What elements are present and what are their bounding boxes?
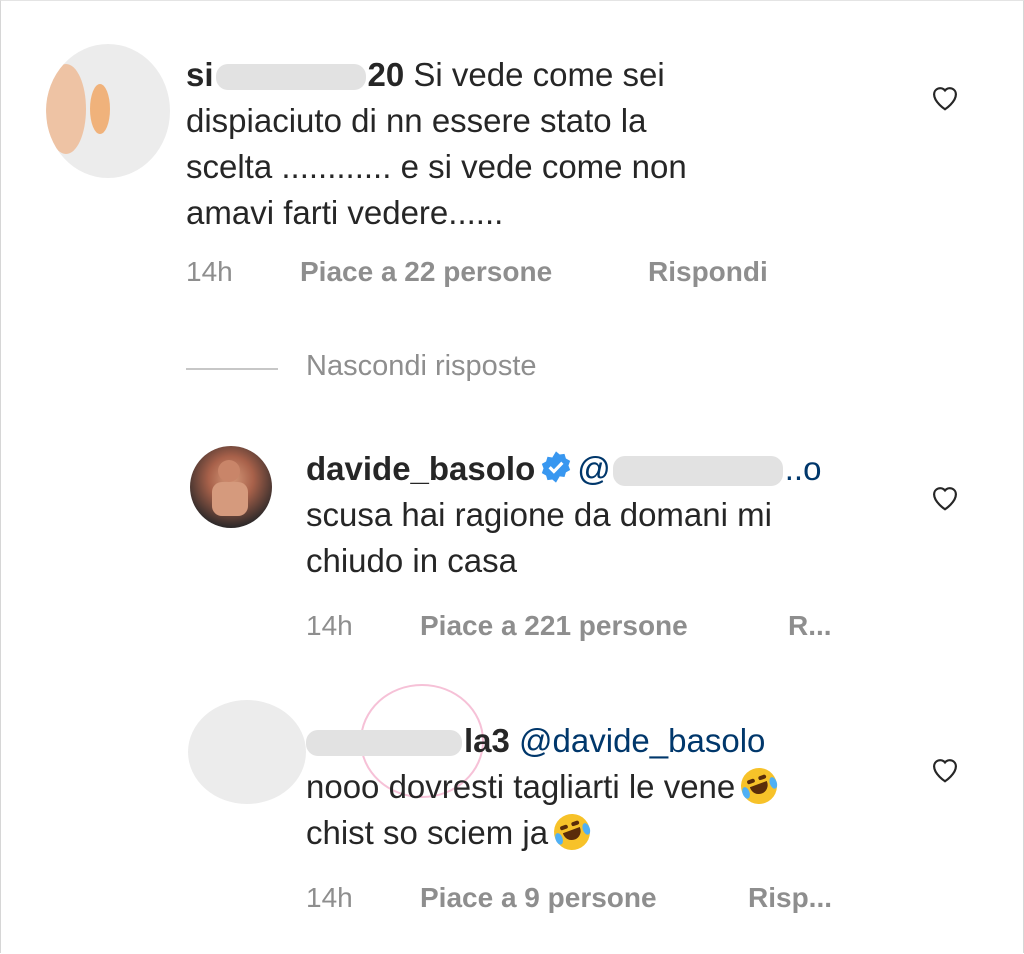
comment-text-line: scelta ............ e si vede come non (186, 148, 687, 185)
reply-button[interactable]: R... (788, 610, 832, 642)
comment-text-line: chiudo in casa (306, 542, 517, 579)
verified-badge-icon (542, 451, 571, 483)
reply-button[interactable]: Rispondi (648, 256, 768, 288)
comment-username-tail[interactable]: 20 (368, 56, 405, 93)
comment-text-line: amavi farti vedere...... (186, 194, 504, 231)
redacted-username (215, 64, 366, 91)
divider-line (186, 368, 278, 370)
comment-username[interactable]: si (186, 56, 214, 93)
comment-likes[interactable]: Piace a 22 persone (300, 256, 552, 288)
avatar-davide-basolo[interactable] (190, 446, 272, 528)
comment-username-tail[interactable]: la3 (464, 722, 510, 759)
reply-button[interactable]: Risp... (748, 882, 832, 914)
comment-text-line: nooo dovresti tagliarti le vene (306, 768, 736, 805)
rolling-laughing-emoji (549, 808, 596, 856)
rolling-laughing-emoji (736, 762, 783, 810)
avatar-redacted[interactable] (46, 44, 170, 178)
redacted-username (306, 730, 462, 757)
comment-text: davide_basolo @ ..o scusa hai ragione da d… (306, 446, 906, 584)
mention-link[interactable]: @davide_basolo (519, 722, 765, 759)
comment-text: si 20 Si vede come sei dispiaciuto di nn … (186, 52, 906, 236)
comment-text-line: scusa hai ragione da domani mi (306, 496, 772, 533)
comment-likes[interactable]: Piace a 221 persone (420, 610, 688, 642)
comment-time: 14h (306, 610, 353, 641)
heart-outline-icon[interactable] (928, 482, 962, 512)
comment-username[interactable]: davide_basolo (306, 450, 535, 487)
comment-time: 14h (186, 256, 233, 287)
comment-text-line: dispiaciuto di nn essere stato la (186, 102, 647, 139)
mention-link[interactable]: @ (577, 450, 611, 487)
comment-text-line: chist so sciem ja (306, 814, 549, 851)
comment-text-line: Si vede come sei (413, 56, 665, 93)
redacted-mention (612, 456, 783, 487)
hide-replies-label[interactable]: Nascondi risposte (306, 350, 537, 383)
comment-likes[interactable]: Piace a 9 persone (420, 882, 657, 914)
heart-outline-icon[interactable] (928, 82, 962, 112)
comment-time: 14h (306, 882, 353, 913)
mention-tail[interactable]: ..o (785, 450, 822, 487)
heart-outline-icon[interactable] (928, 754, 962, 784)
comment-text: la3 @davide_basolo nooo dovresti tagliar… (306, 718, 906, 856)
avatar-redacted[interactable] (188, 700, 306, 804)
